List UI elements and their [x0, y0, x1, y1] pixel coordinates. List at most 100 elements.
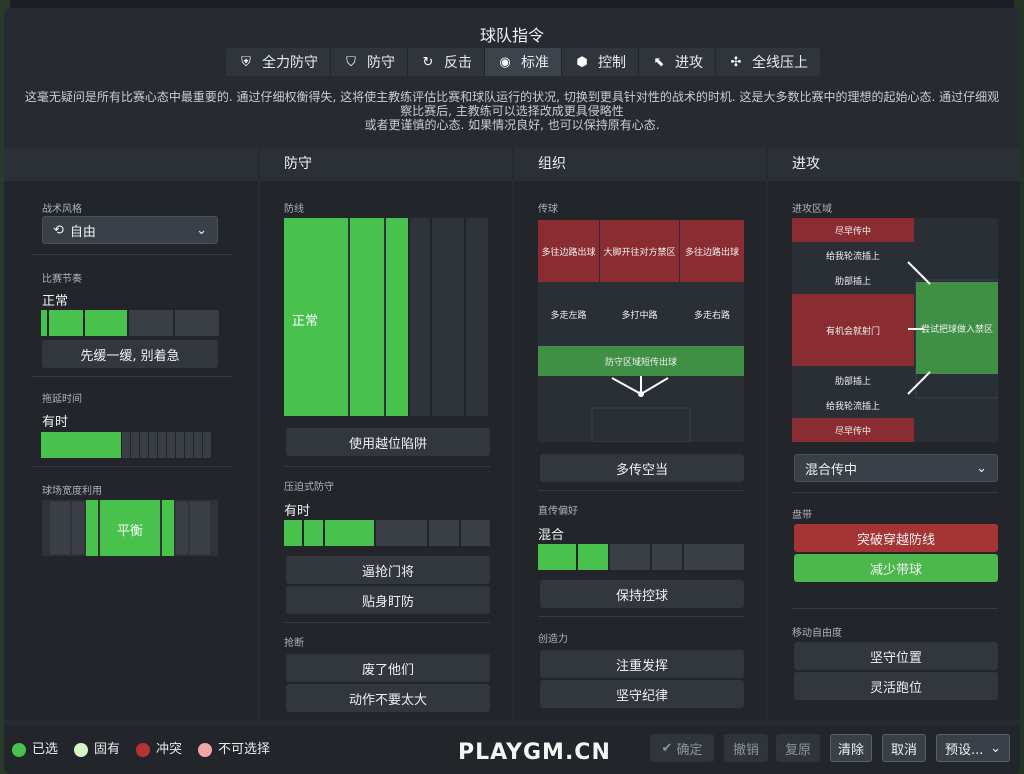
- directness-label: 直传偏好: [538, 506, 578, 517]
- tackle-label: 抢断: [284, 638, 304, 649]
- divider: [32, 376, 232, 377]
- legend: 已选 固有 冲突 不可选择: [12, 738, 270, 757]
- press-value: 有时: [284, 504, 311, 519]
- tab-very-defensive[interactable]: ⛨ 全力防守: [226, 48, 331, 76]
- tab-label: 全力防守: [262, 55, 318, 71]
- divider: [284, 466, 490, 467]
- defensive-line-value: 正常: [292, 314, 319, 329]
- tab-label: 标准: [521, 55, 549, 71]
- directness-slider[interactable]: [538, 544, 744, 570]
- tab-control[interactable]: ⬢ 控制: [562, 48, 639, 76]
- style-dropdown[interactable]: ⟲ 自由 ⌄: [42, 216, 218, 244]
- divider: [538, 616, 744, 617]
- press-label: 压迫式防守: [284, 482, 334, 493]
- fluid-icon: ⟲: [53, 222, 64, 238]
- organisation-column: 组织 传球 多往边路出球 大脚开往对方禁区 多往边路出球 多走左路 多打中路 多…: [514, 148, 766, 720]
- defence-header: 防守: [260, 148, 512, 181]
- style-label: 战术风格: [42, 204, 82, 215]
- chevron-down-icon: ⌄: [976, 460, 987, 476]
- be-more-expressive-button[interactable]: 注重发挥: [540, 650, 744, 678]
- press-slider[interactable]: [284, 520, 490, 546]
- control-icon: ⬢: [576, 54, 588, 70]
- attack-zone-label: 进攻区域: [792, 204, 832, 215]
- dribble-less-button[interactable]: 减少带球: [794, 554, 998, 582]
- tackle-harder-button[interactable]: 废了他们: [286, 654, 490, 682]
- clear-button[interactable]: 清除: [830, 734, 872, 762]
- divider: [284, 622, 490, 623]
- passing-pitch: 多往边路出球 大脚开往对方禁区 多往边路出球 多走左路 多打中路 多走右路 防守…: [538, 220, 744, 442]
- width-value: 平衡: [116, 524, 143, 539]
- tempo-slow-button[interactable]: 先缓一缓, 别着急: [42, 340, 218, 368]
- legend-label: 已选: [32, 742, 59, 757]
- timewasting-slider[interactable]: [41, 432, 219, 458]
- cancel-button[interactable]: 取消: [882, 734, 926, 762]
- legend-label: 冲突: [156, 742, 183, 757]
- run-at-defence-button[interactable]: 突破穿越防线: [794, 524, 998, 552]
- crossing-value: 混合传中: [805, 462, 858, 478]
- preset-dropdown[interactable]: 预设... ⌄: [936, 734, 1010, 762]
- legend-conflict: 冲突: [136, 738, 182, 757]
- tempo-value: 正常: [42, 294, 69, 309]
- undo-button[interactable]: 撤销: [724, 734, 768, 762]
- pass-arrows: [611, 376, 669, 397]
- divider: [32, 254, 232, 255]
- defence-column: 防守 防线 正常 使用越位陷阱 压迫式防守 有时 逼抢门将 贴身盯防 抢断 废了…: [260, 148, 512, 720]
- freedom-label: 移动自由度: [792, 628, 842, 639]
- mentality-tabs: ⛨ 全力防守 ⛉ 防守 ↻ 反击 ◉ 标准 ⬢ 控制 ⬉ 进攻 ✣ 全线压上: [226, 48, 820, 76]
- divider: [792, 492, 998, 493]
- chevron-down-icon: ⌄: [196, 222, 207, 238]
- be-more-disciplined-button[interactable]: 坚守纪律: [540, 680, 744, 708]
- dialog-title: 球队指令: [479, 26, 544, 45]
- chevron-down-icon: ⌄: [990, 740, 1001, 756]
- confirm-label: 确定: [676, 742, 703, 758]
- timewasting-label: 拖延时间: [42, 394, 82, 405]
- creativity-label: 创造力: [538, 634, 568, 645]
- tab-balanced[interactable]: ◉ 标准: [485, 48, 562, 76]
- general-column: 战术风格 ⟲ 自由 ⌄ 比赛节奏 正常 先缓一缓, 别着急 拖延时间 有时 球场…: [4, 148, 258, 720]
- divider: [792, 608, 998, 609]
- restore-button[interactable]: 复原: [776, 734, 820, 762]
- preset-label: 预设...: [945, 742, 984, 758]
- tempo-label: 比赛节奏: [42, 274, 82, 285]
- defensive-line-slider[interactable]: 正常: [284, 218, 488, 416]
- press-goalkeeper-button[interactable]: 逼抢门将: [286, 556, 490, 584]
- stay-on-feet-button[interactable]: 动作不要太大: [286, 684, 490, 712]
- width-slider[interactable]: 平衡: [42, 500, 218, 556]
- tab-label: 控制: [598, 55, 626, 71]
- attack-arrow-icon: ⬉: [653, 54, 665, 70]
- organisation-header: 组织: [514, 148, 766, 181]
- confirm-button[interactable]: ✔ 确定: [650, 734, 714, 762]
- balance-icon: ◉: [499, 54, 511, 70]
- crossing-dropdown[interactable]: 混合传中 ⌄: [794, 454, 998, 482]
- legend-unavailable: 不可选择: [198, 738, 270, 757]
- defensive-line-label: 防线: [284, 204, 304, 215]
- tab-label: 进攻: [675, 55, 703, 71]
- roam-from-positions-button[interactable]: 灵活跑位: [794, 672, 998, 700]
- tempo-slider[interactable]: [41, 310, 219, 336]
- instruction-columns: 战术风格 ⟲ 自由 ⌄ 比赛节奏 正常 先缓一缓, 别着急 拖延时间 有时 球场…: [4, 148, 1020, 720]
- tab-defensive[interactable]: ⛉ 防守: [331, 48, 408, 76]
- tight-marking-button[interactable]: 贴身盯防: [286, 586, 490, 614]
- description-line: 或者更谨慎的心态. 如果情况良好, 也可以保持原有心态.: [364, 118, 660, 132]
- legend-inherent: 固有: [74, 738, 120, 757]
- tab-counter[interactable]: ↻ 反击: [408, 48, 485, 76]
- divider: [32, 466, 232, 467]
- mentality-description: 这毫无疑问是所有比赛心态中最重要的. 通过仔细权衡得失, 这将使主教练评估比赛和…: [24, 90, 1000, 132]
- directness-value: 混合: [538, 528, 565, 543]
- overload-icon: ✣: [730, 54, 742, 70]
- legend-label: 不可选择: [218, 742, 271, 757]
- style-value: 自由: [69, 224, 96, 240]
- attack-column: 进攻 进攻区域 尽早传中 给我轮流插上 肋部插上 有机会就射门 尝试把球做入禁区…: [768, 148, 1020, 720]
- tab-very-attacking[interactable]: ✣ 全线压上: [716, 48, 820, 76]
- passing-label: 传球: [538, 204, 558, 215]
- description-line: 这毫无疑问是所有比赛心态中最重要的. 通过仔细权衡得失, 这将使主教练评估比赛和…: [24, 90, 1000, 104]
- legend-label: 固有: [94, 742, 121, 757]
- general-header: [4, 148, 258, 181]
- offside-trap-button[interactable]: 使用越位陷阱: [286, 428, 490, 456]
- retain-possession-button[interactable]: 保持控球: [540, 580, 744, 608]
- check-icon: ✔: [661, 740, 673, 756]
- pass-into-space-button[interactable]: 多传空当: [540, 454, 744, 482]
- hold-position-button[interactable]: 坚守位置: [794, 642, 998, 670]
- description-line: 察比赛后, 主教练可以选择改成更具侵略性: [400, 104, 624, 118]
- tab-attacking[interactable]: ⬉ 进攻: [639, 48, 716, 76]
